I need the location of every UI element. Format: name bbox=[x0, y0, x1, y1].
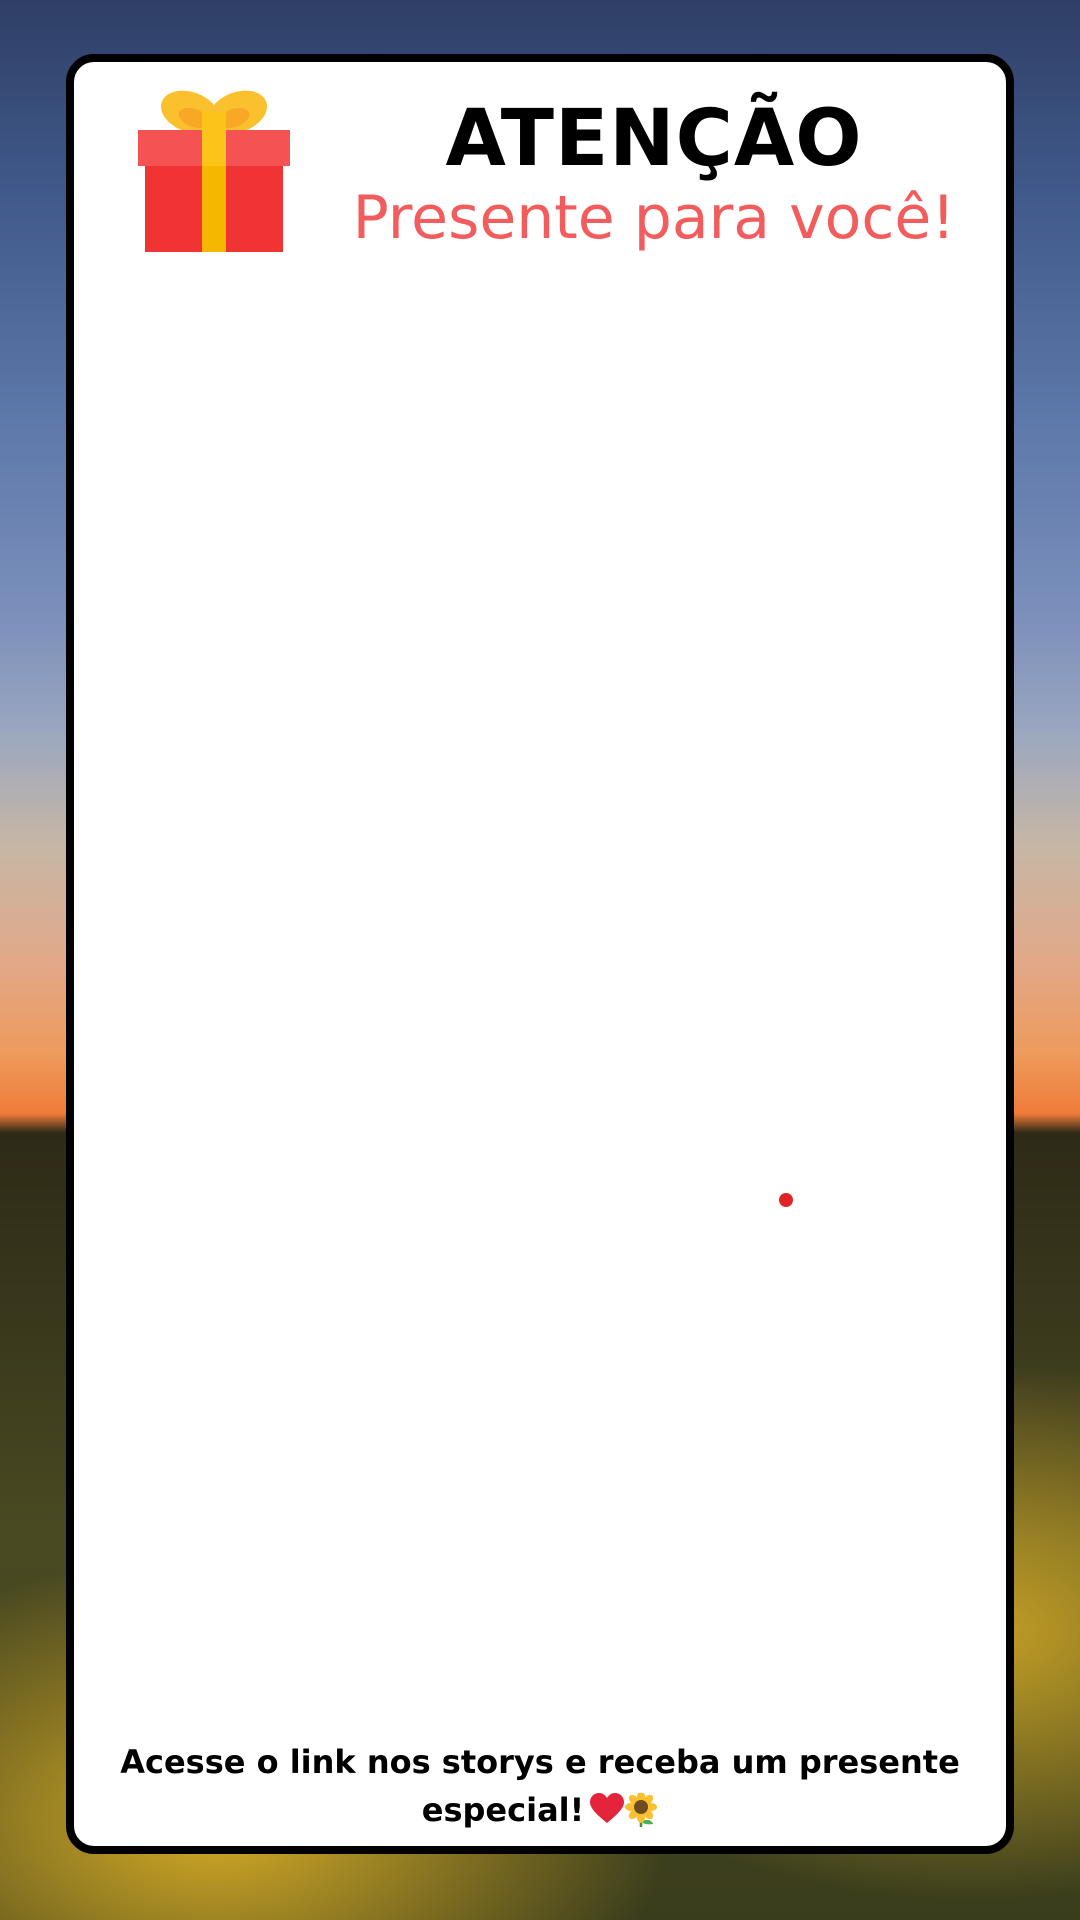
sunflower-icon bbox=[625, 1793, 658, 1827]
gift-icon bbox=[138, 90, 290, 252]
footer-message: Acesse o link nos storys e receba um pre… bbox=[114, 1738, 966, 1834]
heart-icon bbox=[590, 1793, 625, 1823]
red-dot bbox=[779, 1193, 793, 1207]
page-subtitle: Presente para você! bbox=[352, 183, 956, 253]
story-card: ATENÇÃO Presente para você! Acesse o lin… bbox=[66, 54, 1014, 1854]
footer-text: Acesse o link nos storys e receba um pre… bbox=[120, 1743, 960, 1829]
page-title: ATENÇÃO bbox=[445, 94, 863, 184]
